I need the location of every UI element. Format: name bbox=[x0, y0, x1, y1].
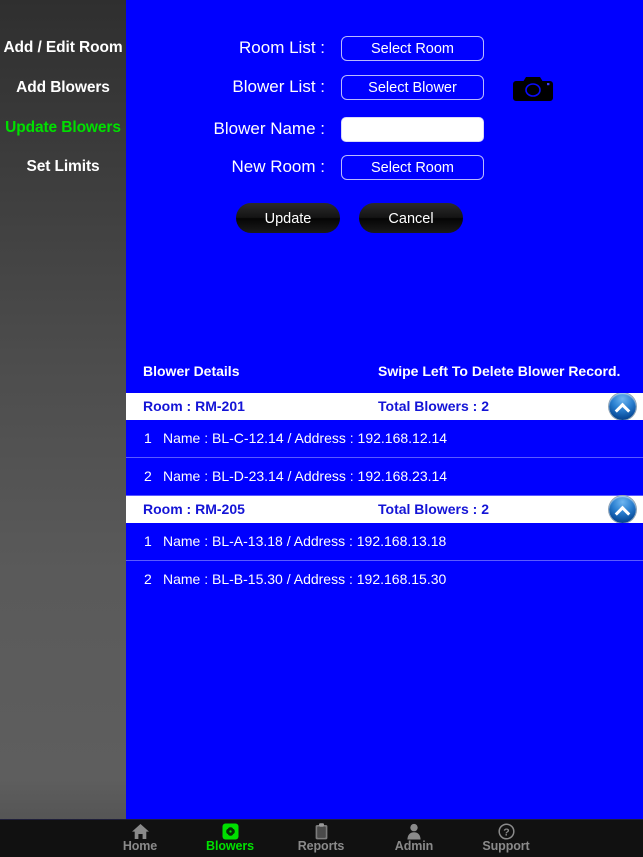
sidebar-item-set-limits[interactable]: Set Limits bbox=[0, 158, 126, 176]
table-row[interactable]: 2 Name : BL-B-15.30 / Address : 192.168.… bbox=[126, 561, 643, 598]
table-row[interactable]: 1 Name : BL-A-13.18 / Address : 192.168.… bbox=[126, 523, 643, 561]
tab-label: Blowers bbox=[206, 839, 254, 853]
tab-blowers[interactable]: Blowers bbox=[182, 820, 278, 857]
tab-label: Admin bbox=[394, 839, 434, 853]
blower-name-input[interactable] bbox=[341, 117, 484, 142]
tab-support[interactable]: ? Support bbox=[458, 820, 554, 857]
update-button[interactable]: Update bbox=[236, 203, 340, 233]
room-total-blowers-label: Total Blowers : 2 bbox=[378, 501, 489, 517]
row-detail: Name : BL-B-15.30 / Address : 192.168.15… bbox=[163, 571, 447, 587]
row-index: 1 bbox=[144, 430, 152, 446]
bottom-tab-bar: Home Blowers Reports Admin ? Support bbox=[0, 819, 643, 857]
blower-details-title: Blower Details bbox=[143, 363, 240, 379]
tab-label: Home bbox=[122, 839, 158, 853]
question-circle-icon: ? bbox=[458, 823, 554, 840]
room-list-select[interactable]: Select Room bbox=[341, 36, 484, 61]
tab-label: Reports bbox=[297, 839, 345, 853]
blower-grid-icon bbox=[182, 823, 278, 840]
blower-name-label: Blower Name : bbox=[213, 119, 325, 138]
clipboard-icon bbox=[273, 823, 369, 840]
form-row-new-room: New Room : Select Room bbox=[126, 155, 643, 185]
room-total-blowers-label: Total Blowers : 2 bbox=[378, 398, 489, 414]
sidebar-item-label: Set Limits bbox=[26, 158, 100, 175]
tab-reports[interactable]: Reports bbox=[273, 820, 369, 857]
room-header[interactable]: Room : RM-201 Total Blowers : 2 bbox=[126, 393, 643, 420]
camera-icon[interactable] bbox=[512, 74, 554, 102]
sidebar-item-add-edit-room[interactable]: Add / Edit Room bbox=[0, 39, 126, 57]
new-room-select[interactable]: Select Room bbox=[341, 155, 484, 180]
form-row-blower-name: Blower Name : bbox=[126, 117, 643, 147]
person-icon bbox=[366, 823, 462, 840]
form-row-room-list: Room List : Select Room bbox=[126, 36, 643, 66]
swipe-hint-text: Swipe Left To Delete Blower Record. bbox=[378, 363, 621, 379]
tab-admin[interactable]: Admin bbox=[366, 820, 462, 857]
chevron-up-icon[interactable] bbox=[609, 393, 636, 420]
sidebar-item-label: Update Blowers bbox=[5, 119, 121, 136]
sidebar: Add / Edit Room Add Blowers Update Blowe… bbox=[0, 0, 126, 820]
blower-details-header: Blower Details Swipe Left To Delete Blow… bbox=[126, 363, 643, 389]
row-detail: Name : BL-D-23.14 / Address : 192.168.23… bbox=[163, 468, 448, 484]
main-panel: Room List : Select Room Blower List : Se… bbox=[126, 0, 643, 820]
row-index: 2 bbox=[144, 571, 152, 587]
home-icon bbox=[92, 823, 188, 840]
cancel-button[interactable]: Cancel bbox=[359, 203, 463, 233]
svg-text:?: ? bbox=[503, 827, 509, 839]
tab-label: Support bbox=[482, 839, 530, 853]
blower-list[interactable]: Room : RM-201 Total Blowers : 2 1 Name :… bbox=[126, 393, 643, 820]
row-index: 2 bbox=[144, 468, 152, 484]
room-name-label: Room : RM-205 bbox=[143, 501, 245, 517]
blower-list-label: Blower List : bbox=[232, 77, 325, 96]
app-root: Add / Edit Room Add Blowers Update Blowe… bbox=[0, 0, 643, 857]
room-header[interactable]: Room : RM-205 Total Blowers : 2 bbox=[126, 496, 643, 523]
room-name-label: Room : RM-201 bbox=[143, 398, 245, 414]
form-row-blower-list: Blower List : Select Blower bbox=[126, 75, 643, 105]
room-list-label: Room List : bbox=[239, 38, 325, 57]
row-detail: Name : BL-A-13.18 / Address : 192.168.13… bbox=[163, 533, 447, 549]
blower-list-select[interactable]: Select Blower bbox=[341, 75, 484, 100]
table-row[interactable]: 1 Name : BL-C-12.14 / Address : 192.168.… bbox=[126, 420, 643, 458]
sidebar-item-update-blowers[interactable]: Update Blowers bbox=[0, 119, 126, 137]
sidebar-item-label: Add / Edit Room bbox=[3, 39, 123, 56]
chevron-up-icon[interactable] bbox=[609, 496, 636, 523]
sidebar-item-label: Add Blowers bbox=[16, 79, 110, 96]
row-index: 1 bbox=[144, 533, 152, 549]
sidebar-item-add-blowers[interactable]: Add Blowers bbox=[0, 79, 126, 97]
table-row[interactable]: 2 Name : BL-D-23.14 / Address : 192.168.… bbox=[126, 458, 643, 496]
tab-home[interactable]: Home bbox=[92, 820, 188, 857]
row-detail: Name : BL-C-12.14 / Address : 192.168.12… bbox=[163, 430, 448, 446]
new-room-label: New Room : bbox=[231, 157, 325, 176]
